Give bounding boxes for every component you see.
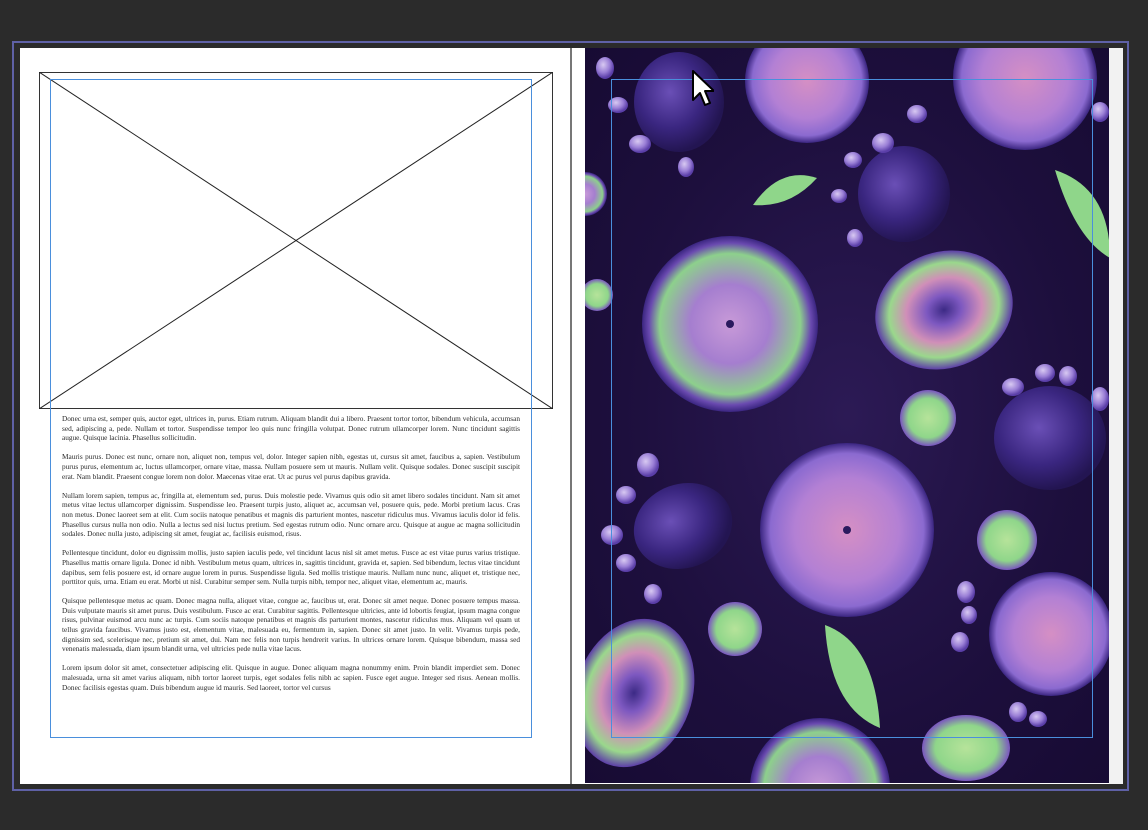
paragraph: Pellentesque tincidunt, dolor eu digniss… xyxy=(62,548,520,587)
paragraph: Nullam lorem sapien, tempus ac, fringill… xyxy=(62,490,520,539)
paragraph: Lorem ipsum dolor sit amet, consectetuer… xyxy=(62,663,520,692)
empty-image-frame-icon[interactable] xyxy=(39,72,553,409)
body-text-frame[interactable]: Donec urna est, semper quis, auctor eget… xyxy=(62,414,520,737)
paragraph: Mauris purus. Donec est nunc, ornare non… xyxy=(62,452,520,481)
arrow-pointer-icon xyxy=(692,70,714,106)
paragraph: Donec urna est, semper quis, auctor eget… xyxy=(62,414,520,443)
page-spine xyxy=(570,48,572,784)
fruit-illustration xyxy=(585,48,1109,783)
right-page-bleed xyxy=(1109,48,1123,784)
fruit-photo[interactable] xyxy=(585,48,1109,783)
paragraph: Quisque pellentesque metus ac quam. Done… xyxy=(62,596,520,654)
